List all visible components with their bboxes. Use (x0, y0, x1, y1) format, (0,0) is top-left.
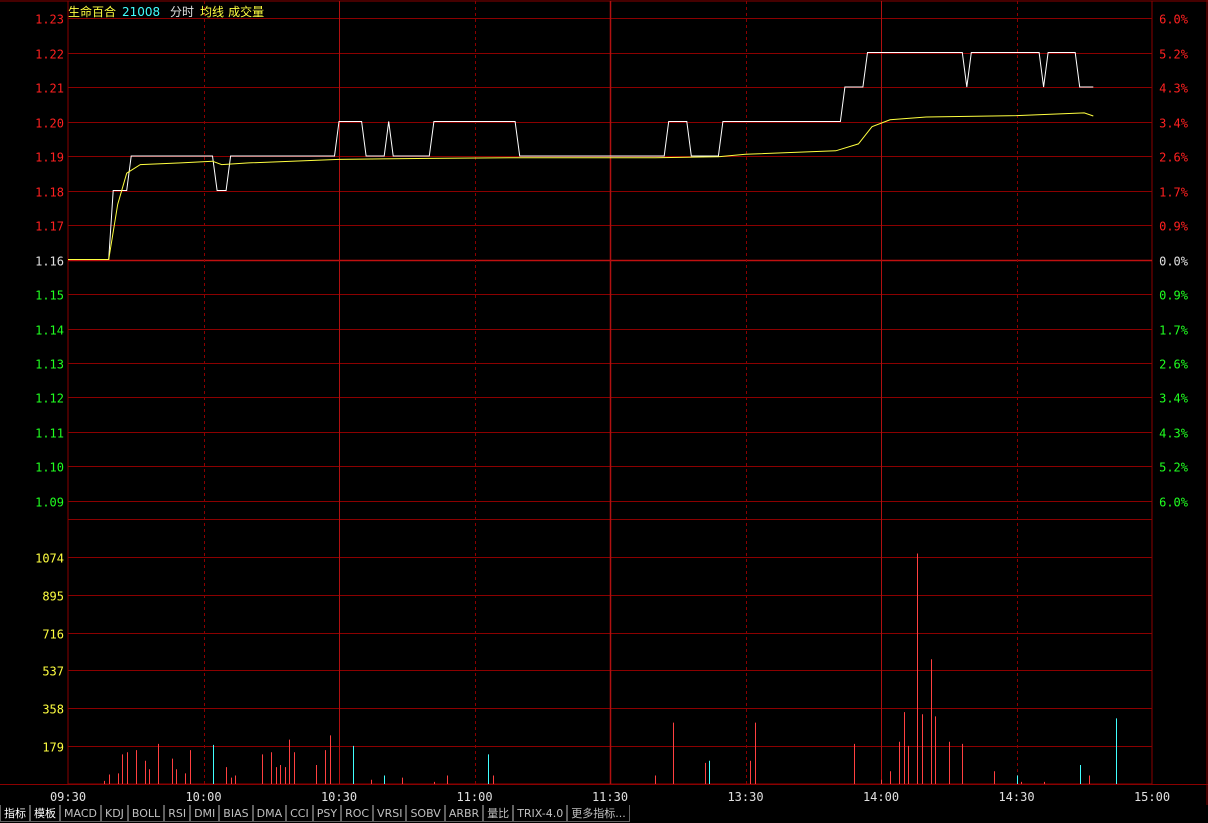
price-tick-label: 1.23 (35, 13, 64, 27)
time-tick-label: 09:30 (50, 790, 86, 804)
time-tick-label: 11:00 (456, 790, 492, 804)
price-tick-label: 1.19 (35, 151, 64, 165)
time-tick-label: 14:30 (998, 790, 1034, 804)
indicator-tab[interactable]: RSI (164, 805, 191, 822)
vol-label: 成交量 (228, 5, 265, 19)
volume-tick-label: 358 (42, 703, 64, 717)
price-tick-label: 1.17 (35, 220, 64, 234)
indicator-tab[interactable]: VRSI (373, 805, 407, 822)
pct-tick-label: 4.3% (1159, 82, 1189, 96)
pct-tick-label: 0.0% (1159, 255, 1189, 269)
pct-tick-label: 6.0% (1159, 13, 1189, 27)
pct-tick-label: 1.7% (1159, 186, 1189, 200)
volume-tick-label: 895 (42, 590, 64, 604)
time-tick-label: 15:00 (1134, 790, 1170, 804)
time-tick-label: 14:00 (863, 790, 899, 804)
indicator-tab[interactable]: CCI (286, 805, 313, 822)
volume-tick-label: 537 (42, 665, 64, 679)
pct-tick-label: 1.7% (1159, 324, 1189, 338)
intraday-chart: 1.23 6.0% 1.22 5.2% 1.21 4.3% 1.20 3.4% 1.19 2.6%… (0, 0, 1208, 806)
time-tick-label: 11:30 (592, 790, 628, 804)
indicator-tab[interactable]: BOLL (127, 805, 165, 822)
price-tick-label: 1.10 (35, 461, 64, 475)
indicator-tab[interactable]: PSY (312, 805, 342, 822)
indicator-tab[interactable]: DMA (252, 805, 287, 822)
pct-tick-label: 0.9% (1159, 289, 1189, 303)
indicator-tab[interactable]: ARBR (444, 805, 484, 822)
time-tick-label: 10:30 (321, 790, 357, 804)
pct-tick-label: 0.9% (1159, 220, 1189, 234)
price-tick-label: 1.18 (35, 186, 64, 200)
pct-tick-label: 2.6% (1159, 358, 1189, 372)
indicator-tab[interactable]: 模板 (30, 805, 60, 822)
indicator-tab[interactable]: 更多指标... (567, 805, 630, 822)
pct-tick-label: 3.4% (1159, 392, 1189, 406)
time-tick-label: 13:30 (727, 790, 763, 804)
indicator-toolbar: 指标 模板 MACD KDJ BOLL RSI DMI BIAS DMA CCI PSY ROC VRS… (0, 805, 1208, 823)
indicator-tab[interactable]: MACD (60, 805, 101, 822)
price-tick-label: 1.09 (35, 496, 64, 510)
pct-tick-label: 3.4% (1159, 117, 1189, 131)
price-tick-label: 1.21 (35, 82, 64, 96)
price-tick-label: 1.14 (35, 324, 64, 338)
pct-tick-label: 6.0% (1159, 496, 1189, 510)
indicator-tab[interactable]: ROC (341, 805, 374, 822)
indicator-tab[interactable]: TRIX-4.0 (513, 805, 568, 822)
indicator-tab[interactable]: SOBV (406, 805, 445, 822)
volume-tick-label: 716 (42, 628, 64, 642)
view-label: 分时 (170, 5, 195, 19)
indicator-tab[interactable]: DMI (190, 805, 220, 822)
indicator-tab[interactable]: 指标 (0, 805, 30, 822)
avg-label: 均线 (200, 5, 225, 19)
indicator-tab[interactable]: BIAS (219, 805, 253, 822)
price-tick-label: 1.22 (35, 48, 64, 62)
pct-tick-label: 4.3% (1159, 427, 1189, 441)
time-tick-label: 10:00 (185, 790, 221, 804)
price-tick-label: 1.15 (35, 289, 64, 303)
volume-tick-label: 1074 (35, 552, 64, 566)
price-tick-label: 1.11 (35, 427, 64, 441)
indicator-tab[interactable]: 量比 (483, 805, 514, 822)
chart-title: 生命百合 21008 分时 均线 成交量 (68, 3, 270, 20)
price-tick-label: 1.12 (35, 392, 64, 406)
volume-tick-label: 179 (42, 741, 64, 755)
stock-code: 21008 (122, 5, 161, 19)
price-tick-label: 1.16 (35, 255, 64, 269)
price-tick-label: 1.20 (35, 117, 64, 131)
pct-tick-label: 5.2% (1159, 461, 1189, 475)
stock-name: 生命百合 (68, 5, 117, 19)
price-tick-label: 1.13 (35, 358, 64, 372)
pct-tick-label: 5.2% (1159, 48, 1189, 62)
indicator-tab[interactable]: KDJ (100, 805, 128, 822)
average-line (68, 112, 1094, 260)
pct-tick-label: 2.6% (1159, 151, 1189, 165)
